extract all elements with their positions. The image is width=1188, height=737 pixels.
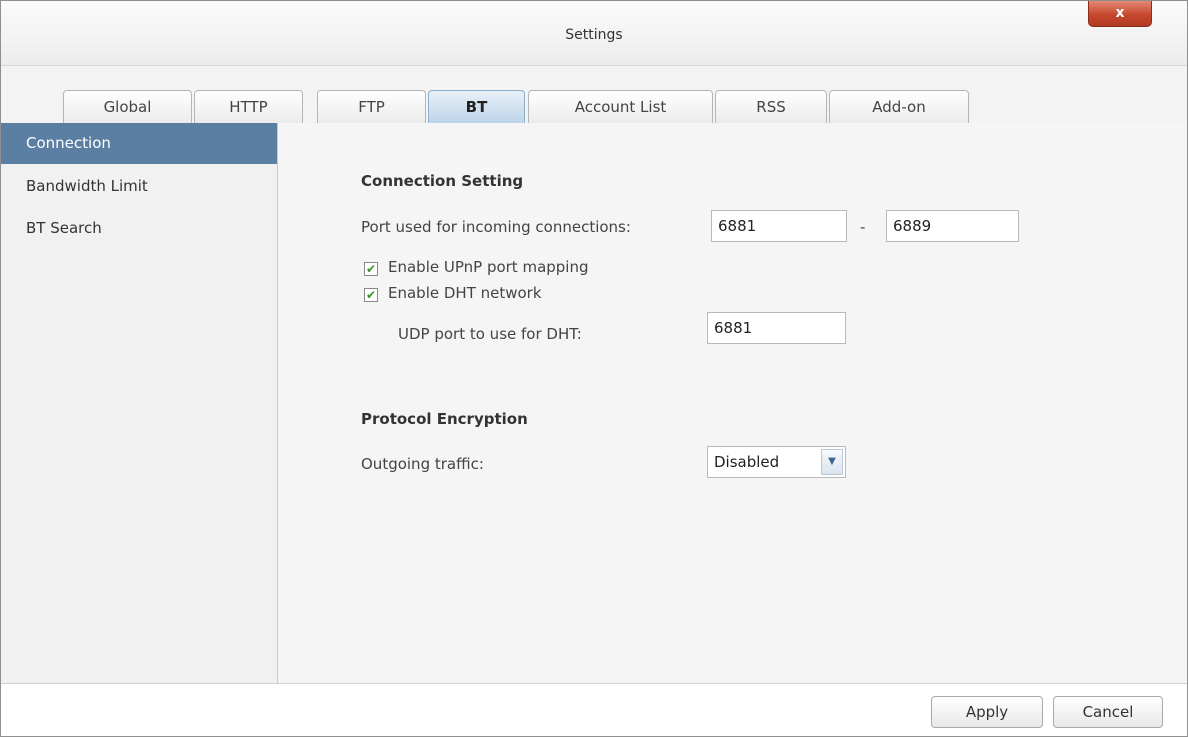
outgoing-traffic-label: Outgoing traffic: [361,455,484,473]
port-range-separator: - [860,218,866,236]
tab-bt[interactable]: BT [428,90,525,124]
udp-port-input[interactable]: 6881 [707,312,846,344]
outgoing-traffic-value: Disabled [714,453,780,471]
settings-window: Settings x Global HTTP FTP BT Account Li… [0,0,1188,737]
apply-button[interactable]: Apply [931,696,1043,728]
cancel-button[interactable]: Cancel [1053,696,1163,728]
sidebar-item-bt-search[interactable]: BT Search [1,208,277,249]
tab-http[interactable]: HTTP [194,90,303,123]
tab-account-list[interactable]: Account List [528,90,713,123]
sidebar: Connection Bandwidth Limit BT Search [1,123,278,683]
check-icon: ✔ [365,288,377,302]
close-button[interactable]: x [1088,1,1152,27]
upnp-checkbox[interactable]: ✔ [364,262,378,276]
dht-label: Enable DHT network [388,284,542,302]
close-icon: x [1115,5,1125,21]
incoming-port-label: Port used for incoming connections: [361,218,631,236]
tab-rss[interactable]: RSS [715,90,827,123]
tab-global[interactable]: Global [63,90,192,123]
tab-ftp[interactable]: FTP [317,90,426,123]
tab-add-on[interactable]: Add-on [829,90,969,123]
sidebar-item-connection[interactable]: Connection [1,123,277,164]
udp-port-label: UDP port to use for DHT: [398,325,582,343]
title-bar: Settings x [1,1,1187,66]
sidebar-item-bandwidth-limit[interactable]: Bandwidth Limit [1,166,277,207]
incoming-port-to-input[interactable]: 6889 [886,210,1019,242]
outgoing-traffic-select[interactable]: Disabled ▼ [707,446,846,478]
settings-panel: Connection Setting Port used for incomin… [278,123,1187,683]
upnp-label: Enable UPnP port mapping [388,258,589,276]
connection-setting-heading: Connection Setting [361,172,524,190]
chevron-down-icon[interactable]: ▼ [821,449,843,475]
window-title: Settings [565,27,623,43]
protocol-encryption-heading: Protocol Encryption [361,410,528,428]
incoming-port-from-input[interactable]: 6881 [711,210,847,242]
dialog-footer: Apply Cancel [1,683,1187,736]
tab-bar: Global HTTP FTP BT Account List RSS Add-… [1,66,1187,124]
check-icon: ✔ [365,262,377,276]
dht-checkbox[interactable]: ✔ [364,288,378,302]
